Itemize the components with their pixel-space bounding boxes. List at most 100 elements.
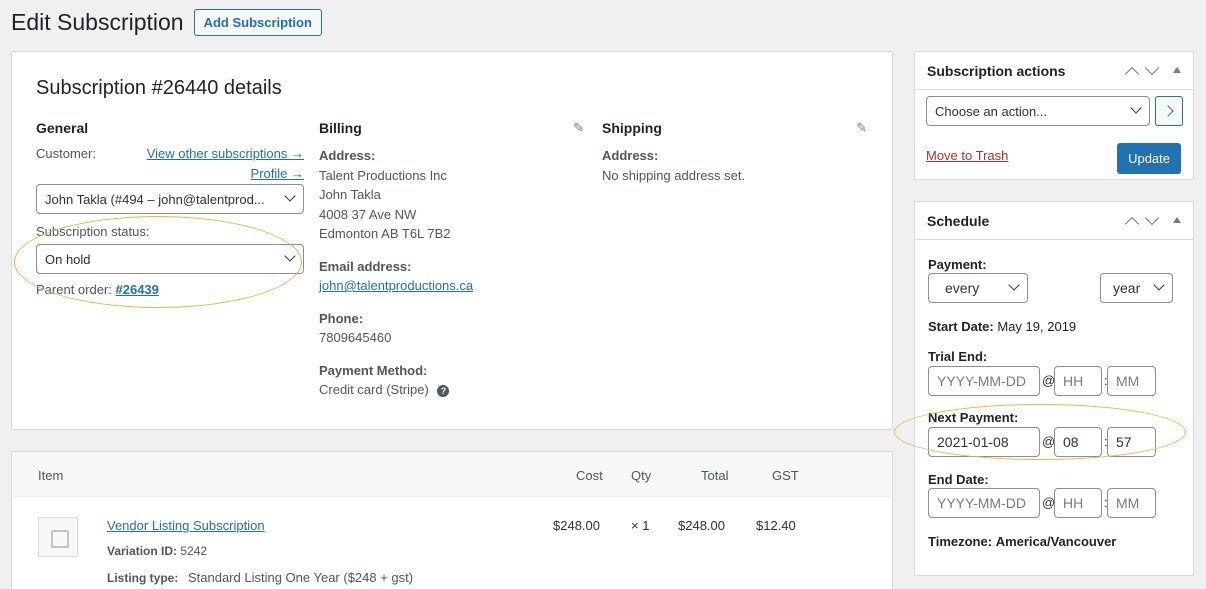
view-other-subscriptions-link[interactable]: View other subscriptions → <box>147 146 304 161</box>
end-date-hour-input[interactable]: HH <box>1054 488 1102 518</box>
general-column: General Customer: View other subscriptio… <box>36 120 304 297</box>
listing-type-label: Listing type: <box>107 571 179 585</box>
email-link[interactable]: john@talentproductions.ca <box>319 278 473 293</box>
status-select[interactable]: On hold <box>36 244 304 274</box>
billing-email: Email address: john@talentproductions.ca <box>319 257 584 296</box>
address-line: Talent Productions Inc <box>319 167 447 183</box>
move-up-icon[interactable] <box>1124 216 1140 232</box>
gst-header: GST <box>772 468 799 483</box>
move-up-icon[interactable] <box>1124 66 1140 82</box>
next-payment-hour-input[interactable]: 08 <box>1054 427 1102 457</box>
trial-end-minute-input[interactable]: MM <box>1107 366 1156 396</box>
move-down-icon[interactable] <box>1144 210 1160 226</box>
shipping-address-label: Address: <box>602 148 659 163</box>
shipping-heading: Shipping <box>602 120 662 136</box>
chevron-down-icon <box>1008 279 1020 291</box>
update-button[interactable]: Update <box>1117 143 1181 174</box>
chevron-down-icon <box>1153 279 1165 291</box>
cost-header: Cost <box>576 468 603 483</box>
email-label: Email address: <box>319 258 412 274</box>
payment-label: Payment: <box>928 257 987 272</box>
start-date-label: Start Date: <box>928 319 994 334</box>
billing-period-value: year <box>1113 280 1141 296</box>
actions-header: Subscription actions <box>915 52 1193 90</box>
chevron-down-icon <box>1130 102 1142 114</box>
trial-end-date-input[interactable]: YYYY-MM-DD <box>928 366 1040 396</box>
page-title: Edit Subscription <box>11 9 184 35</box>
end-date-label: End Date: <box>928 472 989 487</box>
parent-order-row: Parent order: #26439 <box>36 282 304 297</box>
schedule-title: Schedule <box>927 213 990 229</box>
action-select[interactable]: Choose an action... <box>926 96 1150 126</box>
apply-action-button[interactable] <box>1155 96 1183 126</box>
next-payment-minute-input[interactable]: 57 <box>1107 427 1156 457</box>
billing-interval-value: every <box>945 280 980 296</box>
item-total: $248.00 <box>678 518 725 533</box>
listing-type-row: Listing type: Standard Listing One Year … <box>107 570 413 585</box>
billing-period-select[interactable]: year <box>1100 273 1173 303</box>
billing-phone: Phone: 7809645460 <box>319 309 584 348</box>
help-icon[interactable]: ? <box>437 385 450 397</box>
next-payment-date-input[interactable]: 2021-01-08 <box>928 427 1040 457</box>
address-line: John Takla <box>319 187 381 202</box>
address-line: Edmonton AB T6L 7B2 <box>319 226 451 241</box>
payment-method-value: Credit card (Stripe) <box>319 382 429 397</box>
actions-title: Subscription actions <box>927 63 1066 79</box>
start-date-row: Start Date: May 19, 2019 <box>928 319 1076 334</box>
add-subscription-button[interactable]: Add Subscription <box>193 9 322 36</box>
customer-select[interactable]: John Takla (#494 – john@talentprod... <box>36 184 304 214</box>
item-qty: × 1 <box>631 518 650 533</box>
total-header: Total <box>701 468 729 483</box>
customer-row: Customer: View other subscriptions → Pro… <box>36 146 304 184</box>
product-thumbnail <box>38 517 78 557</box>
variation-row: Variation ID: 5242 <box>107 544 207 558</box>
chevron-down-icon <box>284 250 296 262</box>
status-select-value: On hold <box>45 251 91 267</box>
end-date-minute-input[interactable]: MM <box>1107 488 1156 518</box>
action-select-value: Choose an action... <box>935 103 1048 119</box>
schedule-header: Schedule <box>915 202 1193 240</box>
schedule-panel: Schedule Payment: every year Start Date:… <box>914 201 1194 576</box>
address-line: 4008 37 Ave NW <box>319 206 417 222</box>
listing-type-value: Standard Listing One Year ($248 + gst) <box>187 570 414 585</box>
details-title: Subscription #26440 details <box>36 77 282 99</box>
pencil-icon[interactable]: ✎ <box>856 120 867 136</box>
billing-interval-select[interactable]: every <box>928 273 1028 303</box>
billing-payment-method: Payment Method: Credit card (Stripe) ? <box>319 361 584 400</box>
subscription-details-panel: Subscription #26440 details General Cust… <box>11 51 893 430</box>
billing-address-label: Address: <box>319 148 376 163</box>
timezone-value: America/Vancouver <box>995 534 1117 549</box>
phone-label: Phone: <box>319 310 364 326</box>
qty-header: Qty <box>631 468 652 483</box>
customer-select-value: John Takla (#494 – john@talentprod... <box>45 191 265 207</box>
item-cost: $248.00 <box>553 518 600 533</box>
payment-method-label: Payment Method: <box>319 362 428 378</box>
product-link[interactable]: Vendor Listing Subscription <box>107 518 265 533</box>
billing-address: Address: Talent Productions Inc John Tak… <box>319 146 584 244</box>
profile-link[interactable]: Profile → <box>251 166 304 181</box>
timezone-label: Timezone: <box>928 534 993 549</box>
trial-end-hour-input[interactable]: HH <box>1054 366 1102 396</box>
trial-end-label: Trial End: <box>928 349 988 364</box>
end-date-input[interactable]: YYYY-MM-DD <box>928 488 1040 518</box>
pencil-icon[interactable]: ✎ <box>573 120 584 136</box>
subscription-actions-panel: Subscription actions Choose an action...… <box>914 51 1194 180</box>
move-down-icon[interactable] <box>1144 60 1160 76</box>
parent-order-link[interactable]: #26439 <box>116 282 159 297</box>
items-header: Item Cost Qty Total GST <box>12 452 892 497</box>
general-heading: General <box>36 120 89 136</box>
shipping-address-value: No shipping address set. <box>602 167 746 183</box>
item-gst: $12.40 <box>756 518 796 533</box>
order-items-panel: Item Cost Qty Total GST Vendor Listing S… <box>11 451 893 589</box>
collapse-icon[interactable] <box>1173 67 1181 73</box>
panel-controls <box>1124 210 1181 232</box>
billing-heading: Billing <box>319 120 362 136</box>
chevron-down-icon <box>284 190 296 202</box>
phone-value: 7809645460 <box>319 330 392 345</box>
move-to-trash-link[interactable]: Move to Trash <box>926 148 1008 163</box>
parent-order-label: Parent order: <box>36 282 112 297</box>
collapse-icon[interactable] <box>1173 217 1181 223</box>
customer-label: Customer: <box>36 146 96 161</box>
variation-id: 5242 <box>180 544 208 558</box>
item-header: Item <box>38 468 64 483</box>
